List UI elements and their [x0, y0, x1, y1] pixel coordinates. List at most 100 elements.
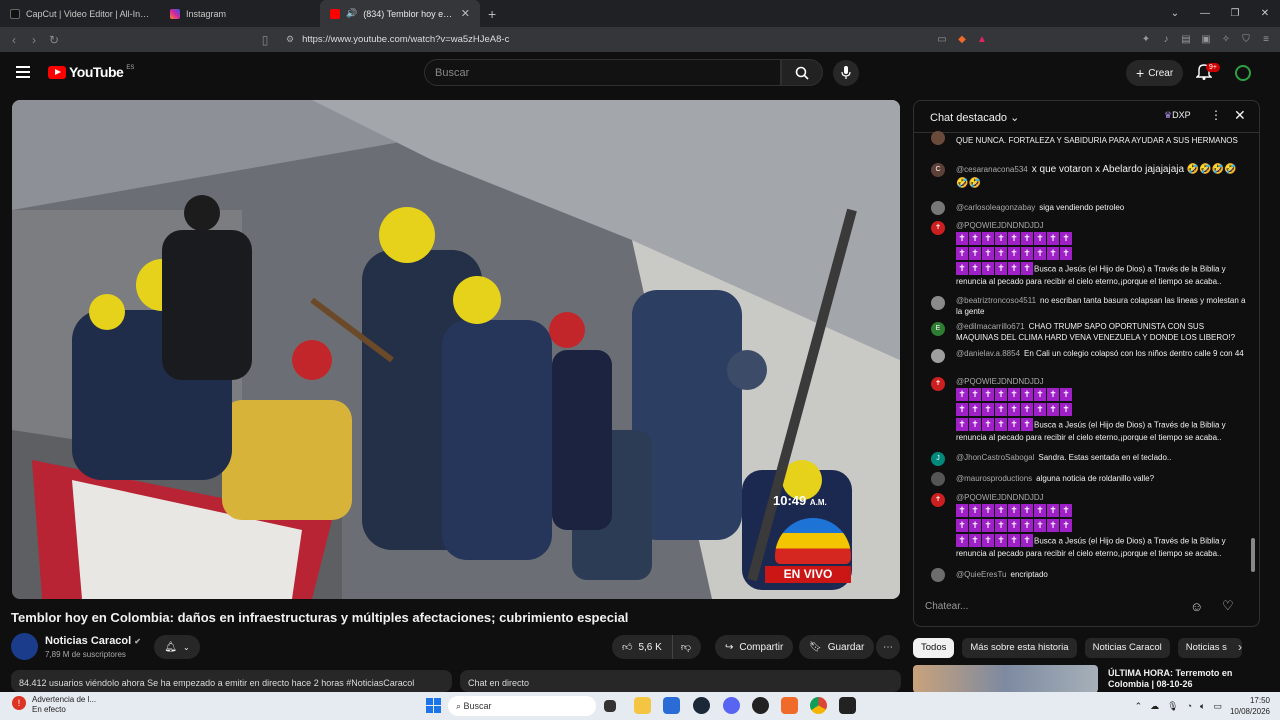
message-author[interactable]: @JhonCastroSabogal [956, 453, 1034, 462]
minimize-icon[interactable]: — [1190, 8, 1220, 19]
account-avatar[interactable] [1235, 65, 1251, 81]
create-button[interactable]: + Crear [1126, 60, 1184, 86]
bookmark-icon[interactable]: ▯ [255, 33, 275, 47]
browser-menu-icon[interactable]: ≡ [1258, 34, 1274, 45]
voice-search-button[interactable] [833, 60, 859, 86]
emoji-picker-icon[interactable]: ☺ [1190, 599, 1203, 614]
cast-icon[interactable]: ▭ [934, 34, 950, 45]
brave-browser-icon[interactable] [781, 697, 798, 714]
epic-games-icon[interactable] [839, 697, 856, 714]
rewards-icon[interactable]: ▲ [974, 34, 990, 45]
back-icon[interactable]: ‹ [4, 33, 24, 47]
audio-playing-icon[interactable]: 🔊 [346, 8, 357, 19]
obs-icon[interactable] [752, 697, 769, 714]
store-icon[interactable] [663, 697, 680, 714]
chrome-icon[interactable] [810, 697, 827, 714]
subscribed-notifications-button[interactable]: 🔔︎ ⌄ [154, 635, 200, 659]
message-author[interactable]: @PQOWIEJDNDNDJDJ [956, 377, 1044, 386]
like-button[interactable]: 👍︎ 5,6 K [612, 635, 673, 659]
file-explorer-icon[interactable] [634, 697, 651, 714]
chat-message: @JhonCastroSabogal Sandra. Estas sentada … [956, 453, 1246, 464]
brave-shield-icon[interactable]: ◆ [954, 34, 970, 45]
chat-mode-dropdown[interactable]: Chat destacado ⌄ [930, 111, 1019, 124]
message-author[interactable]: @beatriztroncoso4511 [956, 296, 1036, 305]
site-info-icon[interactable]: ⚙ [286, 34, 294, 45]
chip-noticias-caracol[interactable]: Noticias Caracol [1084, 638, 1170, 658]
message-author[interactable]: @danielav.a.8854 [956, 349, 1020, 358]
crown-icon: ♛ [1164, 110, 1173, 120]
close-chat-icon[interactable]: ✕ [1234, 107, 1246, 124]
weather-warning-widget[interactable]: ! Advertencia de l... En efecto [12, 695, 96, 715]
tab-capcut[interactable]: CapCut | Video Editor | All-In-One Vi [0, 0, 160, 27]
latin-cross-emoji-icon: ✝ [1021, 261, 1033, 275]
recommended-video[interactable]: ÚLTIMA HORA: Terremoto en Colombia | 08-… [913, 665, 1260, 693]
system-tray: ⌃ ☁ 🎙︎ ◔ 🔈︎ ▭ 17:50 10/08/2026 [1135, 695, 1270, 717]
chat-input[interactable]: Chatear... [913, 593, 1183, 621]
tab-search-icon[interactable]: ⌄ [1160, 8, 1190, 19]
chip-noticias-s[interactable]: Noticias s [1177, 638, 1242, 658]
chips-next-icon[interactable]: › [1238, 640, 1242, 654]
leo-icon[interactable]: ✧ [1218, 34, 1234, 45]
steam-icon[interactable] [693, 697, 710, 714]
close-tab-icon[interactable]: ✕ [461, 7, 470, 20]
description-box[interactable]: 84.412 usuarios viéndolo ahora Se ha emp… [11, 670, 452, 692]
chat-more-icon[interactable]: ⋮ [1210, 108, 1222, 122]
tab-instagram[interactable]: Instagram [160, 0, 320, 27]
wifi-icon[interactable]: ◔ [1187, 701, 1192, 711]
sidebar-icon[interactable]: ▤ [1178, 34, 1194, 45]
taskbar-search[interactable]: ⌕ Buscar [448, 696, 596, 716]
channel-avatar[interactable] [11, 633, 38, 660]
heart-reaction-icon[interactable]: ♡ [1222, 598, 1234, 614]
chip-all[interactable]: Todos [913, 638, 955, 658]
channel-name[interactable]: Noticias Caracol ✔ [45, 635, 141, 647]
task-view-icon[interactable] [604, 700, 616, 712]
dislike-button[interactable]: 👎︎ [679, 641, 701, 653]
windows-taskbar: ! Advertencia de l... En efecto ⌕ Buscar… [0, 692, 1280, 720]
new-tab-button[interactable]: + [480, 6, 504, 22]
vpn-icon[interactable]: ⛉ [1238, 34, 1254, 45]
chat-scrollbar[interactable] [1251, 137, 1255, 582]
dxp-badge[interactable]: ♛DXP [1164, 110, 1191, 121]
extensions-icon[interactable]: ✦ [1138, 34, 1154, 45]
warning-title: Advertencia de l... [32, 695, 97, 704]
message-author[interactable]: @PQOWIEJDNDNDJDJ [956, 493, 1044, 502]
latin-cross-emoji-icon: ✝ [1047, 387, 1059, 401]
message-author[interactable]: @QuieEresTu [956, 570, 1007, 579]
chat-message: @danielav.a.8854 En Cali un colegio colap… [956, 349, 1246, 360]
message-author[interactable]: @cesaranacona534 [956, 165, 1028, 174]
chat-scroll-thumb[interactable] [1251, 538, 1255, 572]
maximize-icon[interactable]: ❐ [1220, 8, 1250, 19]
url-field[interactable]: ⚙ https://www.youtube.com/watch?v=wa5zHJ… [286, 30, 1026, 49]
chat-title: Chat destacado [930, 112, 1008, 124]
battery-icon[interactable]: ▭ [1213, 701, 1222, 712]
onedrive-icon[interactable]: ☁ [1150, 701, 1159, 712]
video-player[interactable] [12, 100, 900, 599]
forward-icon[interactable]: › [24, 33, 44, 47]
discord-icon[interactable] [723, 697, 740, 714]
tab-youtube[interactable]: 🔊 (834) Temblor hoy en Colombi ✕ [320, 0, 480, 27]
volume-icon[interactable]: 🔈︎ [1200, 701, 1205, 712]
more-actions-button[interactable]: ⋯ [876, 635, 900, 659]
close-window-icon[interactable]: ✕ [1250, 8, 1280, 19]
live-chat-box[interactable]: Chat en directo [460, 670, 901, 692]
clock[interactable]: 17:50 10/08/2026 [1230, 695, 1270, 717]
save-button[interactable]: 🔖︎ Guardar [799, 635, 875, 659]
reload-icon[interactable]: ↻ [44, 33, 64, 47]
latin-cross-emoji-icon: ✝ [1008, 261, 1020, 275]
share-button[interactable]: ↪ Compartir [715, 635, 794, 659]
chat-message: @PQOWIEJDNDNDJDJ ✝ ✝ ✝ ✝ ✝ ✝ ✝ ✝ ✝ ✝ ✝ ✝ ✝ ✝ ✝ ✝ ✝ ✝ ✝ ✝ ✝ ✝ ✝ ✝… [956, 493, 1246, 559]
message-author[interactable]: @carlosoleagonzabay [956, 203, 1035, 212]
youtube-logo[interactable]: YouTube ES [48, 64, 134, 80]
media-icon[interactable]: ♪ [1158, 34, 1174, 45]
message-author[interactable]: @PQOWIEJDNDNDJDJ [956, 221, 1044, 230]
hamburger-menu-icon[interactable] [16, 66, 30, 78]
search-button[interactable] [781, 59, 823, 86]
mic-tray-icon[interactable]: 🎙︎ [1167, 701, 1178, 712]
message-author[interactable]: @maurosproductions [956, 474, 1032, 483]
message-author[interactable]: @edilmacarrillo671 [956, 322, 1025, 331]
chip-more-on-story[interactable]: Más sobre esta historia [962, 638, 1077, 658]
start-button-icon[interactable] [426, 698, 441, 713]
search-input[interactable]: Buscar [424, 59, 781, 86]
wallet-icon[interactable]: ▣ [1198, 34, 1214, 45]
tray-chevron-icon[interactable]: ⌃ [1135, 701, 1143, 712]
